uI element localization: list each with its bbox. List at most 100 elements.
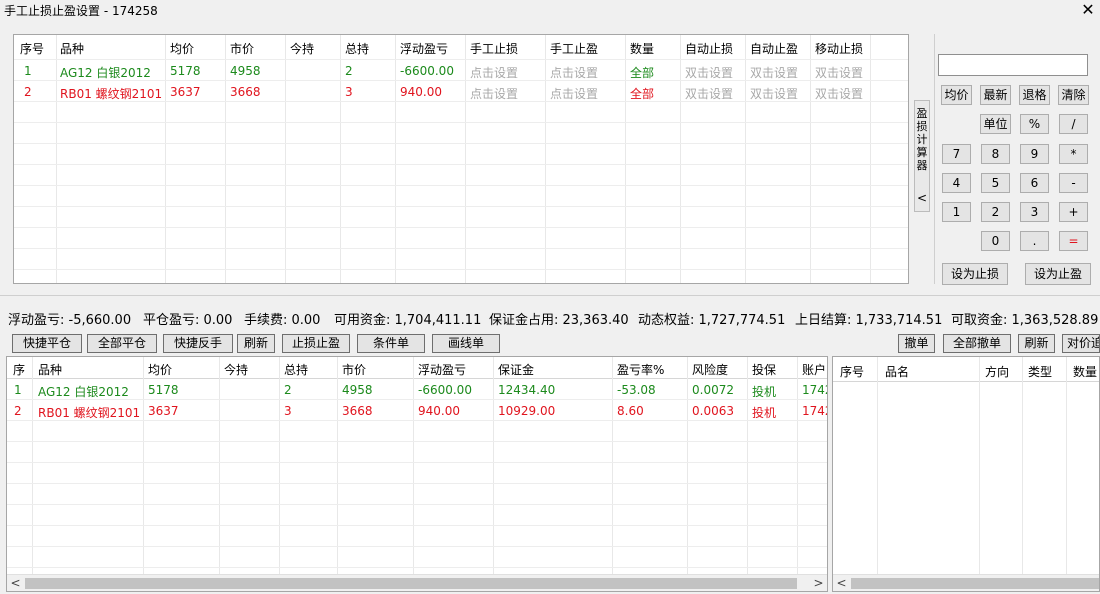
scroll-right-icon[interactable]: >	[810, 575, 827, 591]
counter-price-chase-button[interactable]: 对价追	[1062, 334, 1100, 353]
auto-take-profit-cell[interactable]: 双击设置	[750, 64, 798, 81]
col-total-hold: 总持	[345, 42, 370, 56]
col-market-price: 市价	[342, 363, 367, 377]
quantity-cell[interactable]: 全部	[630, 64, 654, 81]
col-float-pl: 浮动盈亏	[418, 363, 467, 377]
account-status-bar: 浮动盈亏: -5,660.00 平仓盈亏: 0.00 手续费: 0.00 可用资…	[0, 306, 1100, 328]
calculator-input[interactable]	[938, 54, 1088, 76]
calculator-toggle-tab[interactable]: 盈损计算器 <	[914, 100, 930, 212]
divide-button[interactable]: /	[1059, 114, 1088, 134]
trailing-stop-cell[interactable]: 双击设置	[815, 85, 863, 102]
digit-9-button[interactable]: 9	[1020, 144, 1049, 164]
unit-button[interactable]: 单位	[980, 114, 1011, 134]
table-cell: 2	[14, 404, 22, 418]
manual-take-profit-cell[interactable]: 点击设置	[550, 64, 598, 81]
col-margin: 保证金	[498, 363, 535, 377]
scroll-left-icon[interactable]: <	[7, 575, 24, 591]
scroll-left-icon[interactable]: <	[833, 575, 850, 591]
col-auto-stop-loss: 自动止损	[685, 42, 734, 56]
table-cell: 940.00	[418, 404, 460, 418]
table-cell: RB01 螺纹钢2101	[60, 87, 163, 101]
chevron-left-icon: <	[916, 191, 928, 205]
percent-button[interactable]: %	[1020, 114, 1049, 134]
table-cell: 3637	[170, 85, 201, 99]
manual-take-profit-cell[interactable]: 点击设置	[550, 85, 598, 102]
col-avg-price: 均价	[148, 363, 173, 377]
margin-used-status: 保证金占用: 23,363.40	[489, 313, 629, 328]
digit-3-button[interactable]: 3	[1020, 202, 1049, 222]
table-cell: -6600.00	[418, 383, 472, 397]
quantity-cell[interactable]: 全部	[630, 85, 654, 102]
avg-price-button[interactable]: 均价	[941, 85, 972, 105]
clear-button[interactable]: 清除	[1058, 85, 1089, 105]
stop-loss-dialog: 手工止损止盈设置 - 174258 ✕ 序号 品种 均价 市价 今持 总持 浮动…	[0, 0, 1100, 296]
calculator-tab-label: 盈损计算器	[916, 107, 928, 172]
table-cell: 1	[24, 64, 32, 78]
stop-settings-grid: 序号 品种 均价 市价 今持 总持 浮动盈亏 手工止损 手工止盈 数量 自动止损…	[13, 34, 909, 284]
set-take-profit-button[interactable]: 设为止盈	[1025, 263, 1091, 285]
conditional-order-button[interactable]: 条件单	[357, 334, 425, 353]
minus-button[interactable]: -	[1059, 173, 1088, 193]
col-avg-price: 均价	[170, 42, 195, 56]
col-seq: 序号	[20, 42, 45, 56]
float-pl-status: 浮动盈亏: -5,660.00	[8, 313, 132, 328]
quick-reverse-button[interactable]: 快捷反手	[163, 334, 233, 353]
stop-loss-profit-button[interactable]: 止损止盈	[282, 334, 350, 353]
latest-price-button[interactable]: 最新	[980, 85, 1011, 105]
refresh-button[interactable]: 刷新	[237, 334, 275, 353]
auto-stop-loss-cell[interactable]: 双击设置	[685, 85, 733, 102]
scrollbar-thumb[interactable]	[851, 578, 1099, 589]
dialog-title: 手工止损止盈设置 - 174258	[4, 4, 158, 18]
table-cell: 2	[345, 64, 353, 78]
table-cell: 5178	[148, 383, 179, 397]
col-hedge-flag: 投保	[752, 363, 777, 377]
col-today-hold: 今持	[290, 42, 315, 56]
digit-7-button[interactable]: 7	[942, 144, 971, 164]
table-cell: 2	[284, 383, 292, 397]
table-cell: 940.00	[400, 85, 442, 99]
backspace-button[interactable]: 退格	[1019, 85, 1050, 105]
manual-stop-loss-cell[interactable]: 点击设置	[470, 85, 518, 102]
table-cell: 8.60	[617, 404, 644, 418]
quick-close-button[interactable]: 快捷平仓	[12, 334, 82, 353]
col-risk-degree: 风险度	[692, 363, 729, 377]
digit-0-button[interactable]: 0	[981, 231, 1010, 251]
auto-take-profit-cell[interactable]: 双击设置	[750, 85, 798, 102]
col-name: 品名	[885, 365, 910, 379]
horizontal-scrollbar[interactable]: < >	[7, 574, 827, 591]
refresh-orders-button[interactable]: 刷新	[1018, 334, 1055, 353]
horizontal-scrollbar[interactable]: <	[833, 574, 1099, 591]
digit-5-button[interactable]: 5	[981, 173, 1010, 193]
close-icon[interactable]: ✕	[1078, 0, 1098, 20]
withdrawable-status: 可取资金: 1,363,528.89	[951, 313, 1099, 328]
cancel-order-button[interactable]: 撤单	[898, 334, 935, 353]
decimal-point-button[interactable]: .	[1020, 231, 1049, 251]
col-seq: 序号	[840, 365, 865, 379]
manual-stop-loss-cell[interactable]: 点击设置	[470, 64, 518, 81]
table-cell: 投机	[752, 406, 777, 420]
close-all-button[interactable]: 全部平仓	[87, 334, 157, 353]
divider	[934, 34, 935, 284]
plus-button[interactable]: +	[1059, 202, 1088, 222]
cancel-all-button[interactable]: 全部撤单	[943, 334, 1011, 353]
scrollbar-thumb[interactable]	[25, 578, 797, 589]
digit-4-button[interactable]: 4	[942, 173, 971, 193]
col-manual-take-profit: 手工止盈	[550, 42, 599, 56]
digit-2-button[interactable]: 2	[981, 202, 1010, 222]
trailing-stop-cell[interactable]: 双击设置	[815, 64, 863, 81]
digit-6-button[interactable]: 6	[1020, 173, 1049, 193]
table-cell: 1742	[802, 383, 827, 397]
multiply-button[interactable]: *	[1059, 144, 1088, 164]
draw-line-order-button[interactable]: 画线单	[432, 334, 500, 353]
digit-1-button[interactable]: 1	[942, 202, 971, 222]
table-cell: -6600.00	[400, 64, 454, 78]
table-cell: 3	[284, 404, 292, 418]
equals-button[interactable]: =	[1059, 231, 1088, 251]
table-cell: 4958	[230, 64, 261, 78]
col-trailing-stop: 移动止损	[815, 42, 864, 56]
set-stop-loss-button[interactable]: 设为止损	[942, 263, 1008, 285]
auto-stop-loss-cell[interactable]: 双击设置	[685, 64, 733, 81]
digit-8-button[interactable]: 8	[981, 144, 1010, 164]
table-cell: 12434.40	[498, 383, 556, 397]
col-market-price: 市价	[230, 42, 255, 56]
